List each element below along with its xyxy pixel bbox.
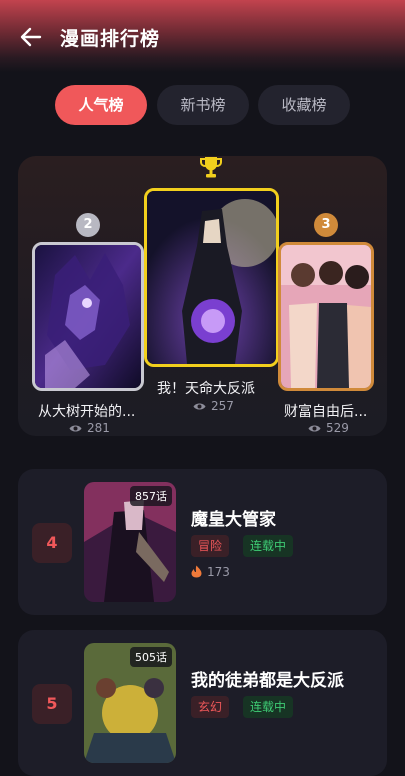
comic-title[interactable]: 我的徒弟都是大反派 <box>191 666 344 691</box>
eye-icon <box>308 425 321 432</box>
list-cover[interactable]: 857话 <box>84 482 176 602</box>
list-item[interactable]: 5 505话 我的徒弟都是大反派 玄幻 连载中 <box>18 630 387 776</box>
header-bar: 漫画排行榜 <box>0 0 405 72</box>
tab-popular[interactable]: 人气榜 <box>55 85 147 125</box>
rank-number: 5 <box>32 684 72 724</box>
rank-badge-third: 3 <box>314 213 338 237</box>
views-first: 257 <box>193 399 234 413</box>
cover-art-second <box>35 245 141 388</box>
views-count: 281 <box>87 421 110 435</box>
tab-new[interactable]: 新书榜 <box>157 85 249 125</box>
flame-icon <box>191 565 202 578</box>
chapter-count: 857话 <box>130 486 172 506</box>
genre-tag: 冒险 <box>191 535 230 557</box>
title-second[interactable]: 从大树开始的... <box>38 401 142 421</box>
genre-tag: 玄幻 <box>191 696 230 718</box>
list-cover[interactable]: 505话 <box>84 643 176 763</box>
title-first[interactable]: 我！天命大反派 <box>157 378 269 398</box>
rank-badge-second: 2 <box>76 213 100 237</box>
cover-third[interactable] <box>278 242 374 391</box>
heat-stat: 173 <box>191 565 230 579</box>
title-third[interactable]: 财富自由后... <box>284 401 374 421</box>
cover-first[interactable] <box>144 188 279 367</box>
tab-favorites[interactable]: 收藏榜 <box>258 85 350 125</box>
cover-art-first <box>147 191 276 364</box>
list-item[interactable]: 4 857话 魔皇大管家 冒险 连载中 173 <box>18 469 387 615</box>
status-tag: 连载中 <box>243 696 294 718</box>
views-third: 529 <box>308 421 349 435</box>
views-count: 257 <box>211 399 234 413</box>
eye-icon <box>69 425 82 432</box>
views-second: 281 <box>69 421 110 435</box>
cover-second[interactable] <box>32 242 144 391</box>
status-tag: 连载中 <box>243 535 294 557</box>
trophy-icon <box>200 157 222 178</box>
ranking-tabs: 人气榜 新书榜 收藏榜 <box>0 85 405 125</box>
views-count: 529 <box>326 421 349 435</box>
page-title: 漫画排行榜 <box>60 28 161 50</box>
rank-number: 4 <box>32 523 72 563</box>
comic-title[interactable]: 魔皇大管家 <box>191 505 276 530</box>
cover-art-third <box>281 245 371 388</box>
heat-count: 173 <box>207 565 230 579</box>
arrow-left-icon[interactable] <box>18 24 44 50</box>
chapter-count: 505话 <box>130 647 172 667</box>
eye-icon <box>193 403 206 410</box>
